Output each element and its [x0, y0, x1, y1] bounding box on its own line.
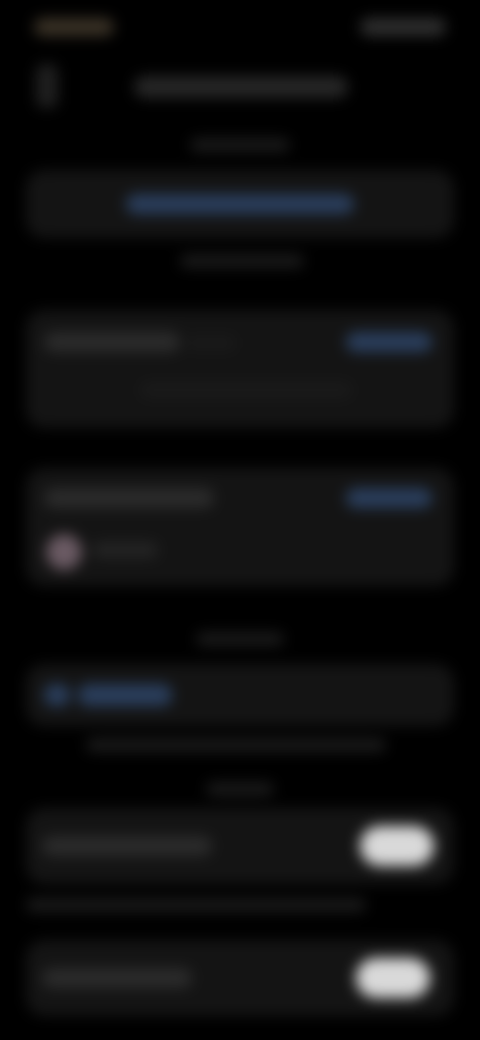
row-description	[140, 382, 352, 398]
toggle-switch-2[interactable]	[356, 958, 430, 998]
settings-card-5	[26, 808, 454, 884]
settings-card-4	[26, 664, 454, 726]
toggle-switch-1[interactable]	[360, 826, 434, 866]
status-icons	[360, 18, 446, 36]
toggle-row-label	[42, 836, 212, 856]
card-1-footnote	[180, 254, 304, 268]
back-chevron-icon[interactable]	[36, 64, 58, 108]
link-icon	[44, 684, 70, 706]
status-time	[34, 18, 114, 36]
row-label	[44, 332, 180, 352]
card-5-footnote	[26, 898, 366, 912]
row-sublabel	[186, 336, 236, 350]
avatar-name	[92, 542, 158, 558]
settings-card-3	[26, 468, 454, 586]
toggle-row-label	[42, 968, 192, 988]
settings-card-2	[26, 310, 454, 428]
card-4-footnote	[86, 738, 386, 752]
page-title	[134, 76, 348, 98]
settings-card-1	[26, 170, 454, 238]
row-action-link[interactable]	[346, 332, 432, 352]
link-row-text[interactable]	[126, 194, 354, 214]
avatar	[46, 534, 82, 570]
blurred-settings-screen	[0, 0, 480, 1040]
row-label	[44, 488, 214, 508]
section-header-3	[206, 782, 274, 796]
settings-card-6	[26, 940, 454, 1016]
row-action-link[interactable]	[346, 488, 432, 508]
section-header-1	[190, 138, 290, 152]
section-header-2	[196, 632, 284, 646]
link-row-text[interactable]	[78, 684, 172, 706]
